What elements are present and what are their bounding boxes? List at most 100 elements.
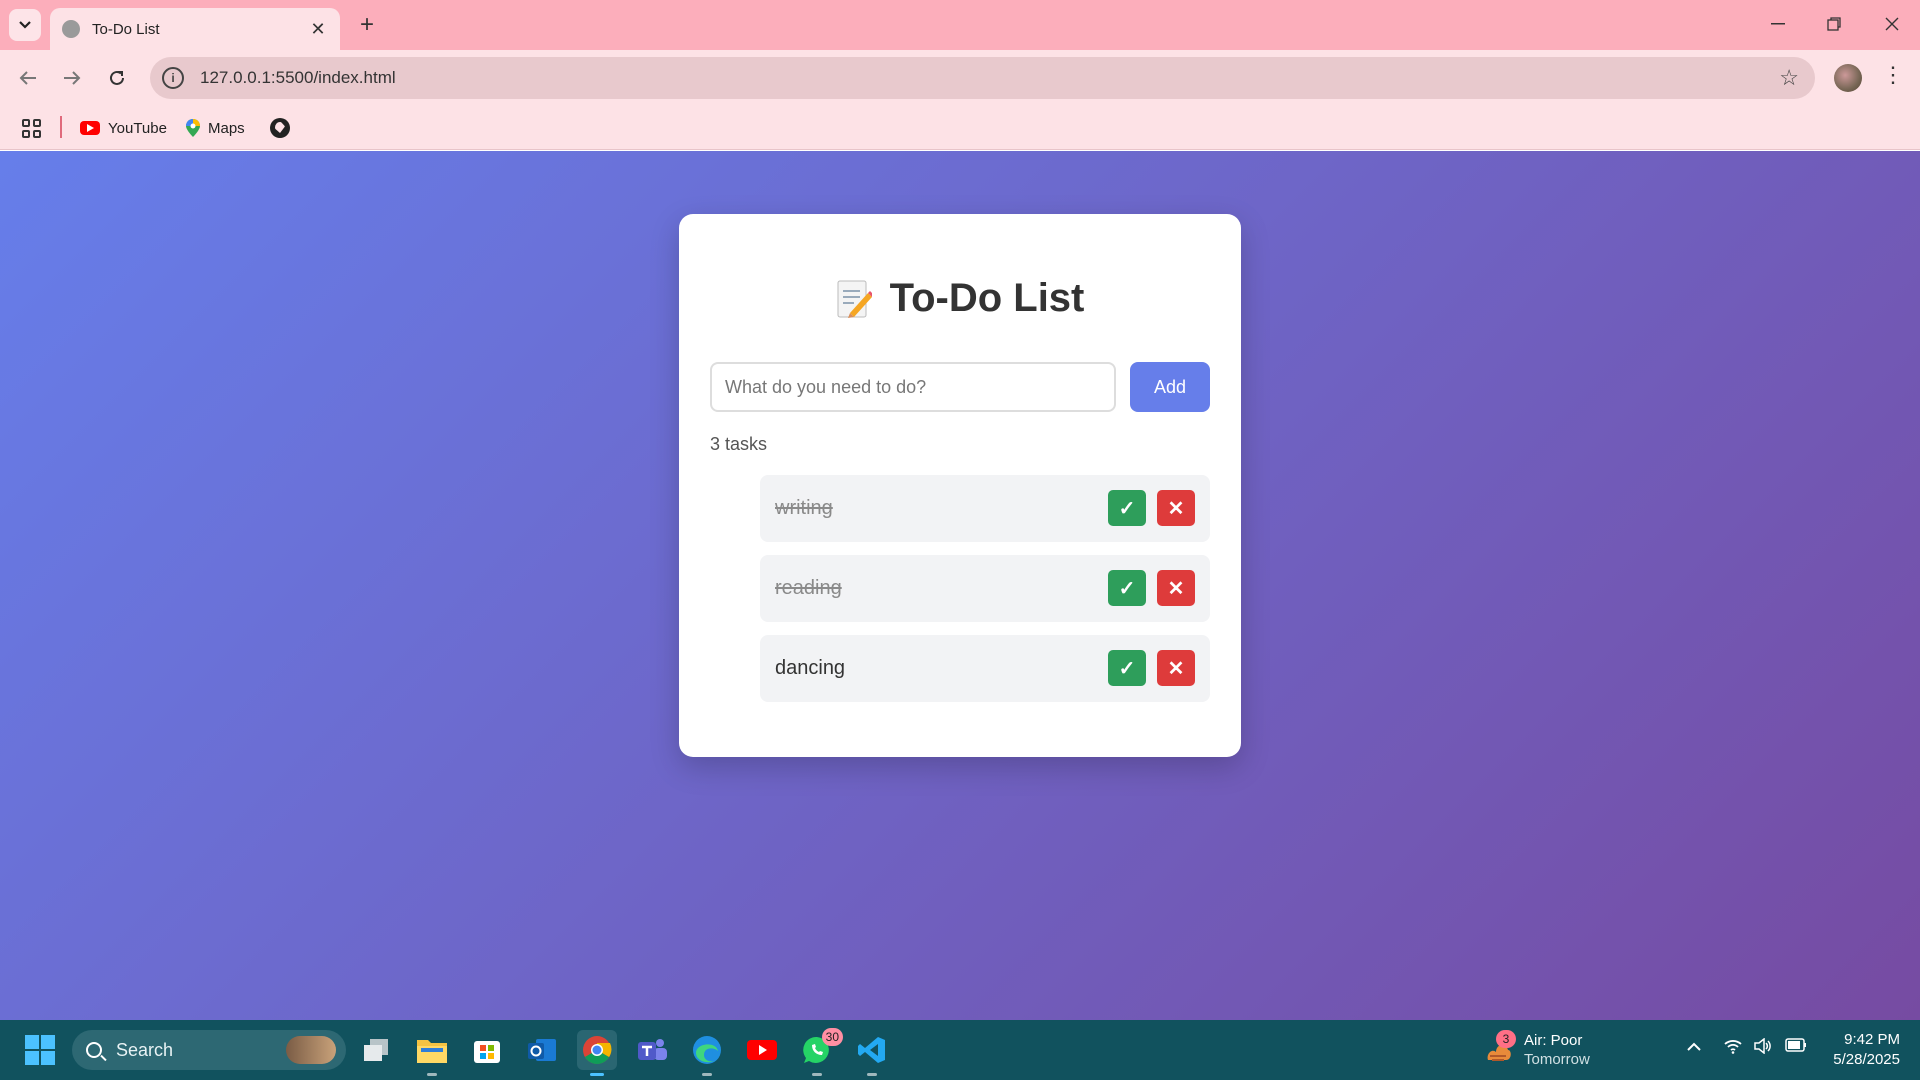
complete-button[interactable]: ✓ [1108,650,1146,686]
complete-button[interactable]: ✓ [1108,570,1146,606]
browser-toolbar: i 127.0.0.1:5500/index.html ☆ ⋮ [0,50,1920,106]
profile-avatar[interactable] [1834,64,1862,92]
restore-button[interactable] [1806,0,1862,48]
task-input[interactable] [710,362,1116,412]
teams-button[interactable] [632,1030,672,1070]
youtube-icon [747,1040,777,1060]
running-indicator [702,1073,712,1076]
battery-icon [1785,1038,1806,1052]
windows-logo-icon [25,1035,55,1065]
url-text: 127.0.0.1:5500/index.html [200,68,396,87]
vscode-button[interactable] [852,1030,892,1076]
wifi-button[interactable] [1724,1038,1742,1059]
edge-icon [693,1036,721,1064]
forward-button[interactable] [56,62,88,94]
system-clock[interactable]: 9:42 PM 5/28/2025 [1820,1030,1900,1070]
close-icon: ✕ [1167,497,1185,520]
task-view-icon [364,1039,388,1061]
reload-icon [110,70,124,85]
new-tab-button[interactable]: + [352,10,382,40]
tab-search-button[interactable] [9,9,41,41]
clock-date: 5/28/2025 [1833,1051,1900,1068]
outlook-icon [528,1039,556,1061]
show-hidden-icons[interactable] [1686,1038,1702,1056]
apps-button[interactable] [22,114,41,142]
vscode-icon [858,1037,885,1063]
minimize-button[interactable] [1750,0,1806,48]
tab-title: To-Do List [92,20,160,38]
chrome-icon [583,1036,612,1064]
forward-arrow-icon [64,71,81,85]
weather-title: Air: Poor [1524,1032,1583,1049]
running-indicator [427,1073,437,1076]
task-count: 3 tasks [710,434,768,454]
close-icon [1885,17,1899,31]
task-text[interactable]: dancing [775,657,845,680]
app-title: To-Do List [889,276,1085,320]
close-icon: ✕ [1167,657,1185,680]
restore-icon [1827,17,1841,31]
address-bar[interactable]: i 127.0.0.1:5500/index.html ☆ [150,57,1815,99]
taskbar: Search 30 3 Air: Poor Tomorrow 9:42 PM 5… [0,1020,1920,1080]
air-quality-icon: 3 [1484,1030,1516,1064]
running-indicator [812,1073,822,1076]
running-indicator [867,1073,877,1076]
reload-button[interactable] [101,62,133,94]
back-button[interactable] [12,62,44,94]
delete-button[interactable]: ✕ [1157,650,1195,686]
weather-badge: 3 [1496,1030,1516,1048]
store-icon [474,1041,500,1063]
task-text[interactable]: reading [775,577,842,600]
search-highlight-image [286,1036,336,1064]
file-explorer-button[interactable] [412,1030,452,1076]
complete-button[interactable]: ✓ [1108,490,1146,526]
store-button[interactable] [467,1030,507,1070]
teams-icon [638,1039,667,1060]
bookmark-globe[interactable] [270,114,290,142]
bookmark-label: Maps [208,119,245,137]
search-icon [86,1042,102,1058]
close-icon: ✕ [1167,577,1185,600]
task-view-button[interactable] [356,1030,396,1070]
todo-card: To-Do List Add 3 tasks writing ✓ ✕ readi… [679,214,1241,757]
wifi-icon [1724,1040,1742,1054]
weather-widget[interactable]: 3 Air: Poor Tomorrow [1484,1030,1590,1070]
taskbar-search[interactable]: Search [72,1030,346,1070]
bookmark-maps[interactable]: Maps [186,114,245,142]
maps-icon [186,119,200,137]
check-icon: ✓ [1118,577,1136,600]
outlook-button[interactable] [522,1030,562,1070]
edge-button[interactable] [687,1030,727,1076]
volume-icon [1754,1037,1771,1055]
close-tab-icon[interactable]: ✕ [308,19,328,40]
delete-button[interactable]: ✕ [1157,570,1195,606]
volume-button[interactable] [1754,1037,1772,1059]
whatsapp-button[interactable]: 30 [797,1028,843,1076]
chrome-button[interactable] [577,1030,617,1076]
folder-icon [417,1040,447,1063]
start-button[interactable] [20,1030,60,1070]
back-arrow-icon [19,71,36,85]
bookmarks-bar: YouTube Maps [0,106,1920,150]
search-label: Search [116,1039,174,1060]
bookmark-youtube[interactable]: YouTube [80,114,167,142]
battery-button[interactable] [1785,1038,1807,1057]
weather-subtitle: Tomorrow [1524,1051,1590,1068]
site-info-icon[interactable]: i [162,67,184,89]
youtube-app-button[interactable] [742,1030,782,1070]
close-window-button[interactable] [1864,0,1920,48]
globe-icon [62,20,80,38]
globe-icon [270,118,290,138]
chevron-up-icon [1687,1042,1701,1051]
task-item: dancing ✓ ✕ [760,635,1210,702]
add-button[interactable]: Add [1130,362,1210,412]
task-text[interactable]: writing [775,497,833,520]
browser-menu-icon[interactable]: ⋮ [1882,62,1904,94]
task-item: writing ✓ ✕ [760,475,1210,542]
delete-button[interactable]: ✕ [1157,490,1195,526]
browser-tab[interactable]: To-Do List ✕ [50,8,340,50]
check-icon: ✓ [1118,657,1136,680]
minimize-icon [1771,23,1785,25]
bookmark-star-icon[interactable]: ☆ [1779,65,1799,91]
page-title: To-Do List [679,276,1241,321]
